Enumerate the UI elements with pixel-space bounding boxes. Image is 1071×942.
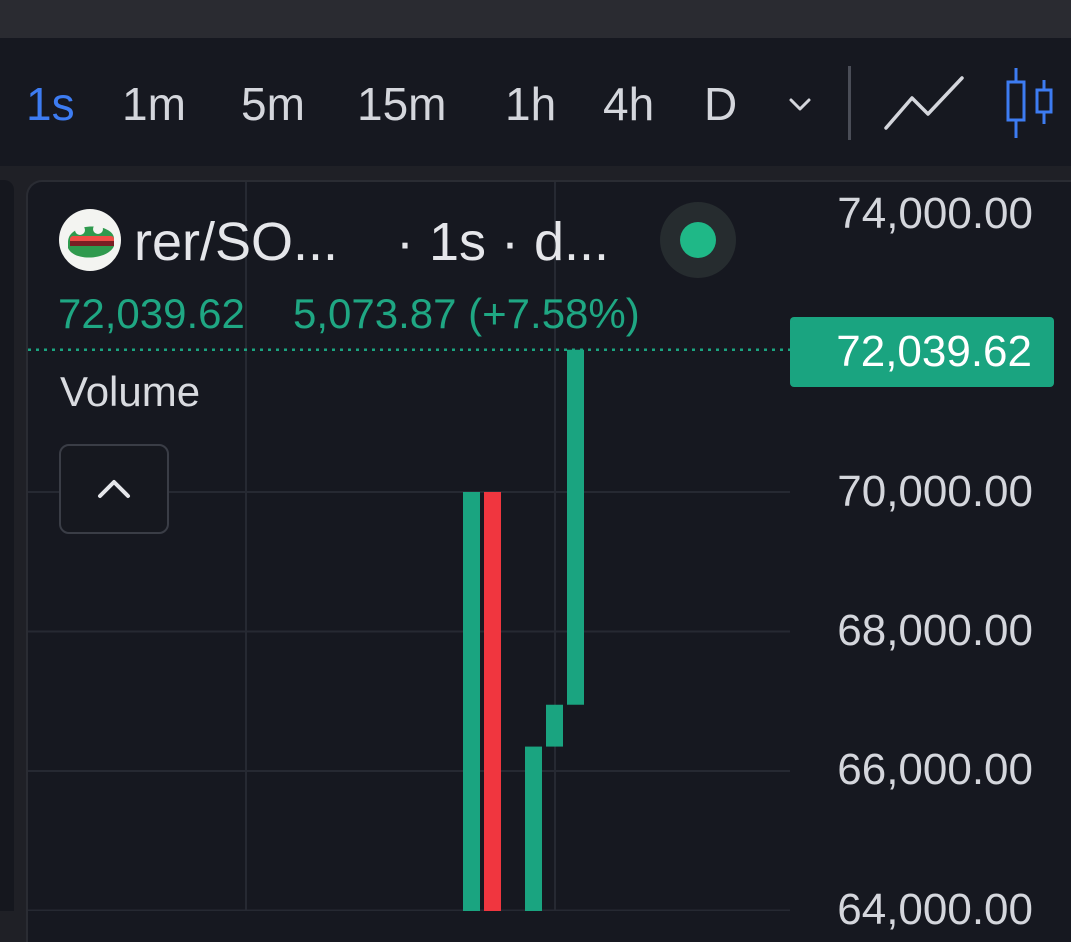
price-axis-label: 66,000.00 — [837, 745, 1033, 794]
symbol-name[interactable]: rer/SO... — [134, 210, 338, 274]
token-avatar — [59, 209, 121, 271]
collapse-legend-button[interactable] — [59, 444, 169, 534]
candle-down — [484, 492, 501, 911]
market-status-indicator — [660, 202, 736, 278]
price-axis-label: 64,000.00 — [837, 885, 1033, 934]
price-axis-label: 70,000.00 — [837, 467, 1033, 516]
legend-change: 5,073.87 (+7.58%) — [293, 290, 640, 337]
price-axis-label: 74,000.00 — [837, 189, 1033, 238]
legend-last-price: 72,039.62 — [58, 290, 245, 337]
candle-up — [525, 746, 542, 911]
chevron-up-icon — [98, 480, 130, 498]
volume-label: Volume — [60, 368, 201, 415]
market-open-dot — [680, 222, 716, 258]
candle-up — [546, 704, 563, 747]
candle-up — [567, 349, 584, 705]
symbol-interval: · 1s · d... — [396, 212, 610, 272]
price-axis-label: 68,000.00 — [837, 606, 1033, 655]
candle-up — [463, 492, 480, 911]
last-price-tag: 72,039.62 — [790, 317, 1054, 387]
